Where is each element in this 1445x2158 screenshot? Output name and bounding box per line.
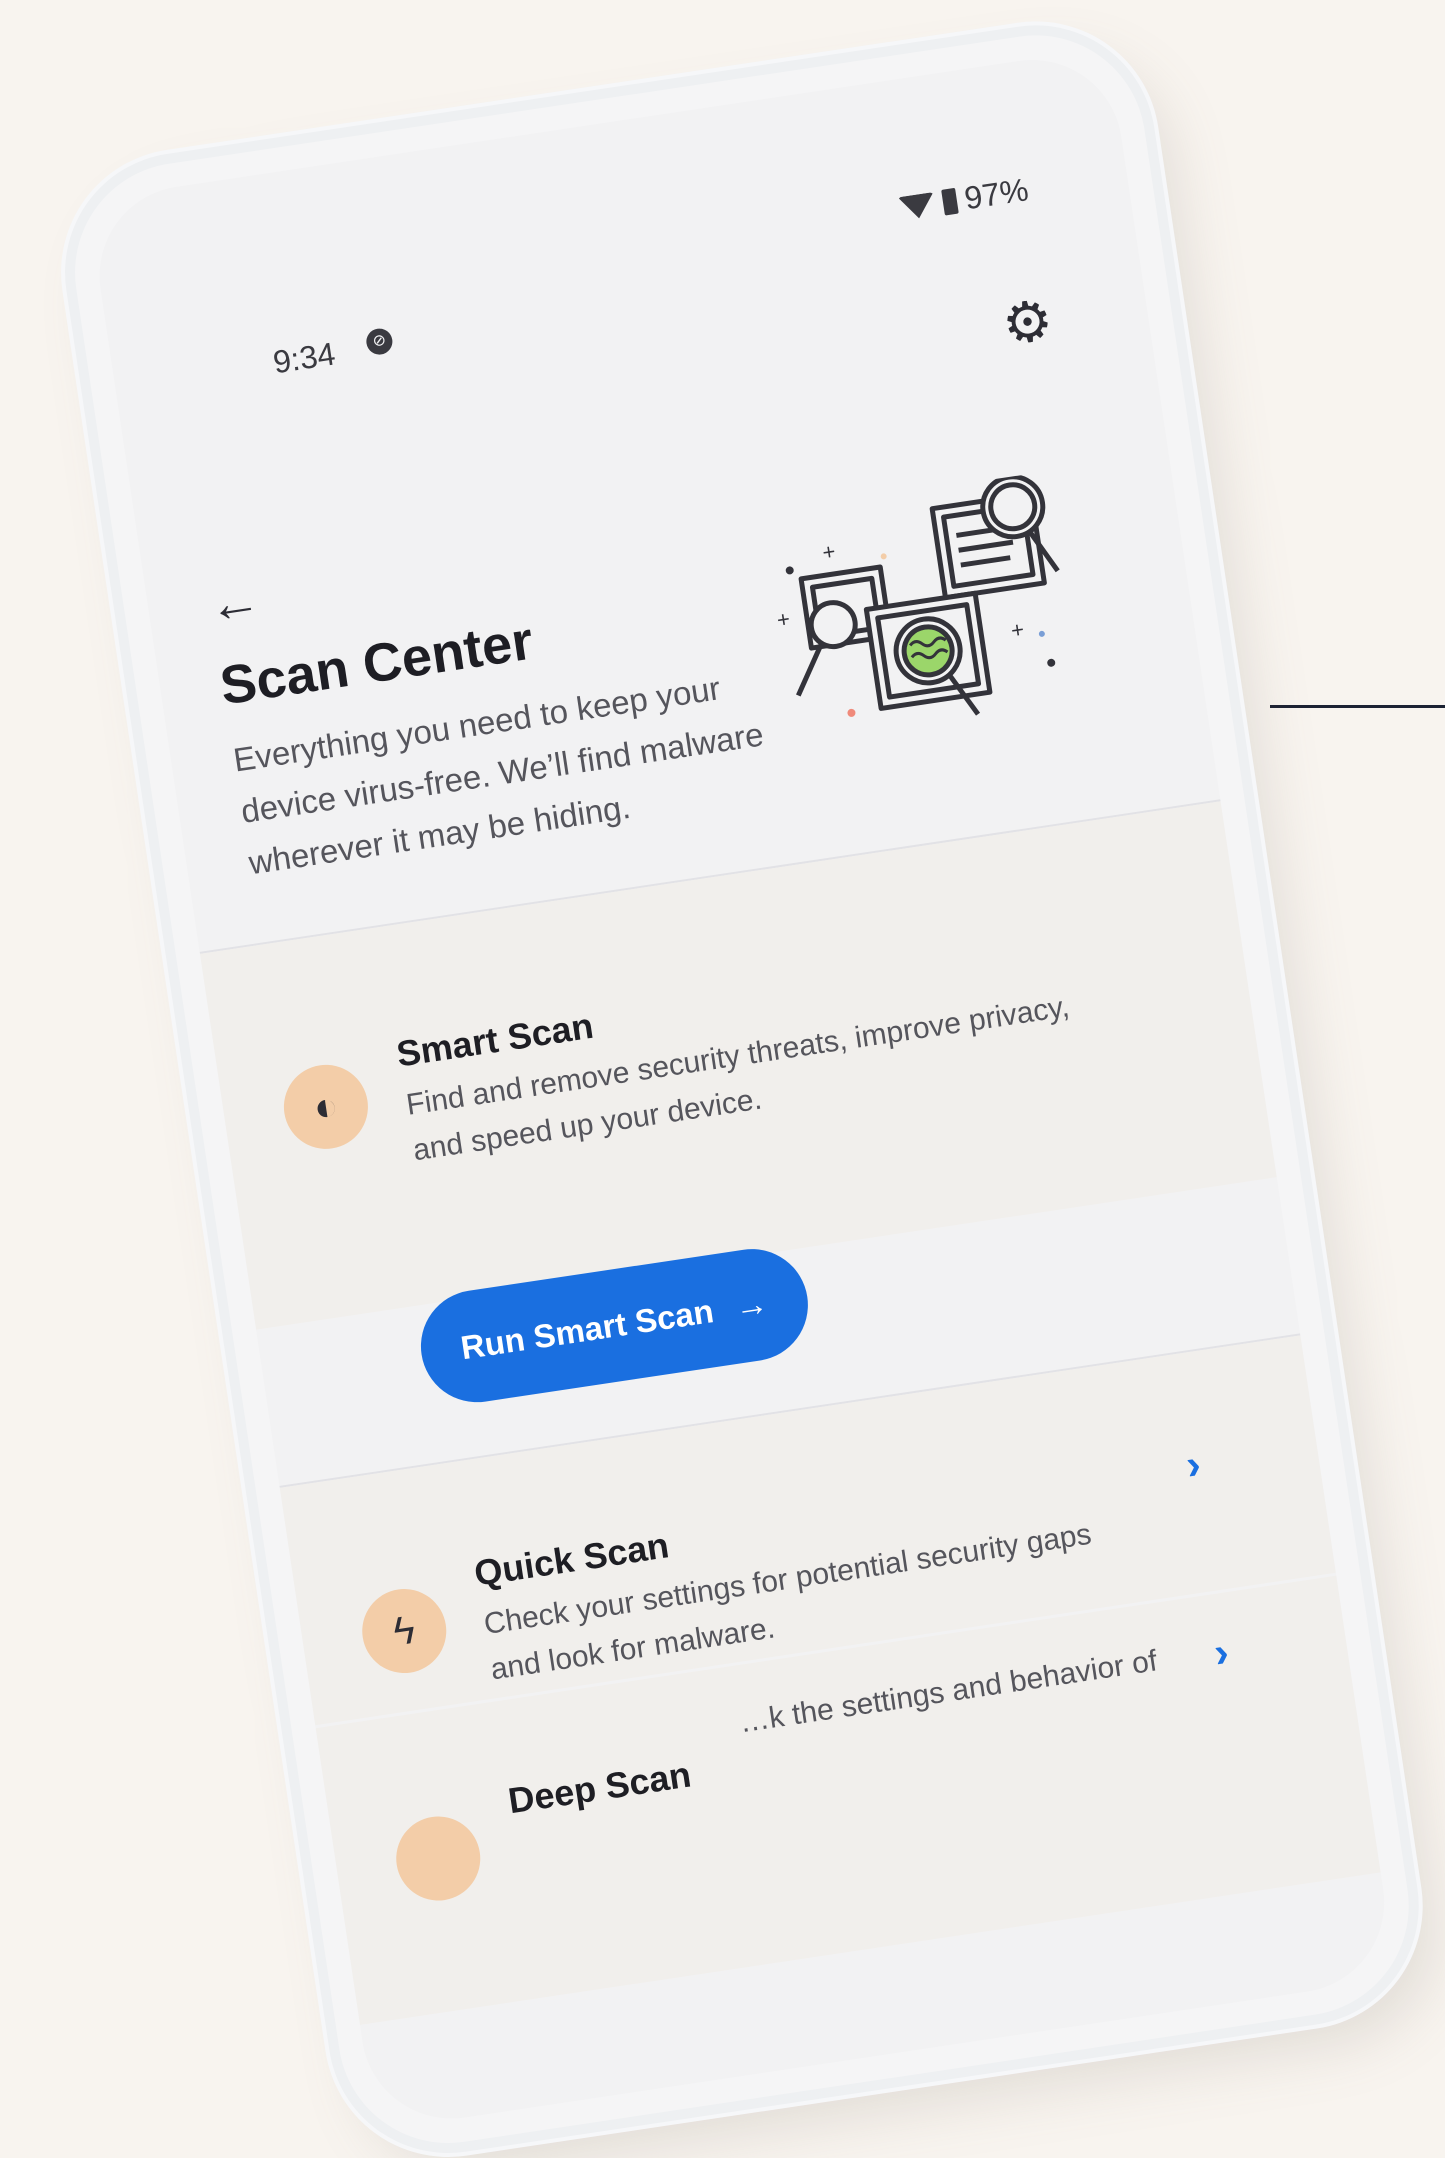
app-screen: 9:34 ⊘ 97% ⚙ ← Scan Center Everything yo… [87, 47, 1397, 2131]
status-bar: 9:34 ⊘ 97% [173, 167, 1064, 380]
svg-text:+: + [775, 606, 791, 633]
arrow-right-icon: → [732, 1283, 771, 1326]
battery-level: 97% [961, 171, 1031, 217]
phone-frame: 9:34 ⊘ 97% ⚙ ← Scan Center Everything yo… [60, 20, 1424, 2158]
status-right: 97% [897, 171, 1031, 227]
wifi-icon [897, 191, 937, 221]
status-time: 9:34 [270, 335, 338, 381]
gear-icon[interactable]: ⚙ [994, 287, 1062, 357]
decorative-line [1270, 705, 1445, 708]
run-smart-scan-label: Run Smart Scan [458, 1292, 716, 1367]
arrow-left-icon[interactable]: ← [204, 569, 264, 636]
svg-text:+: + [1009, 617, 1025, 644]
scan-illustration-icon: + + + [775, 474, 1060, 717]
battery-icon [941, 187, 959, 216]
dnd-icon: ⊘ [364, 326, 395, 357]
svg-text:+: + [821, 539, 837, 566]
